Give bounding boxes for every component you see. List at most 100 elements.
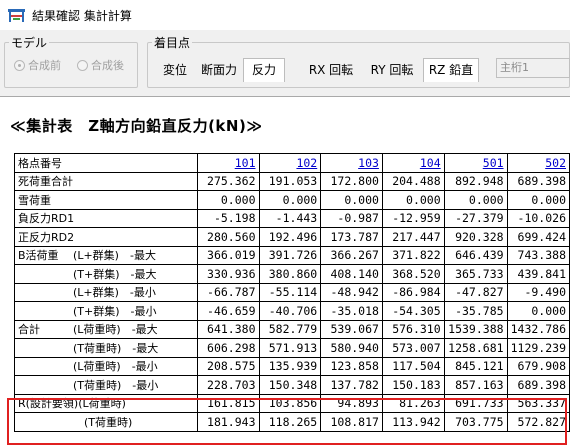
radio-after-composite[interactable]: 合成後 (77, 57, 124, 73)
tab-section-force[interactable]: 断面力 (196, 58, 242, 82)
table-cell: 117.504 (381, 356, 445, 376)
table-cell: 408.140 (320, 264, 383, 284)
row-label: B活荷重 (L+群集) -最大 (14, 245, 198, 265)
table-cell: 641.380 (196, 319, 260, 339)
row-label: (T荷重時) -最小 (14, 375, 198, 395)
table-cell: 582.779 (258, 319, 322, 339)
report-title: ≪集計表 Z軸方向鉛直反力(kN)≫ (10, 117, 263, 135)
table-cell: -48.942 (320, 282, 383, 302)
tab-rx-rotation[interactable]: RX 回転 (303, 58, 359, 82)
table-cell: 679.908 (506, 356, 570, 376)
table-cell: 539.067 (320, 319, 383, 339)
node-link-101[interactable]: 101 (196, 153, 260, 173)
table-cell: 191.053 (258, 171, 322, 191)
node-link-103[interactable]: 103 (320, 153, 383, 173)
table-row: 合計 (L荷重時) -最大 641.380 582.779 539.067 576.31… (14, 319, 570, 339)
table-row: (L+群集) -最小 -66.787 -55.114 -48.942 -86.984 -4… (14, 282, 570, 302)
table-cell: 0.000 (381, 190, 445, 210)
tab-ry-rotation[interactable]: RY 回転 (364, 58, 420, 82)
table-cell: 1432.786 (506, 319, 570, 339)
table-cell: 606.298 (196, 338, 260, 358)
table-cell: 0.000 (506, 190, 570, 210)
table-cell: 0.000 (506, 301, 570, 321)
table-cell: 1258.681 (443, 338, 508, 358)
table-cell: 0.000 (443, 190, 508, 210)
table-cell: 330.936 (196, 264, 260, 284)
table-cell: 368.520 (381, 264, 445, 284)
row-label: (T+群集) -最大 (14, 264, 198, 284)
table-cell: 366.019 (196, 245, 260, 265)
tab-displacement[interactable]: 変位 (158, 58, 192, 82)
table-cell: -5.198 (196, 208, 260, 228)
radio-before-composite[interactable]: 合成前 (14, 57, 61, 73)
table-row: (T+群集) -最大 330.936 380.860 408.140 368.520 36… (14, 264, 570, 284)
table-row: (L荷重時) -最小 208.575 135.939 123.858 117.504 84… (14, 356, 570, 376)
table-row: B活荷重 (L+群集) -最大 366.019 391.726 366.267 371.… (14, 245, 570, 265)
table-cell: 646.439 (443, 245, 508, 265)
table-cell: 123.858 (320, 356, 383, 376)
table-cell: 857.163 (443, 375, 508, 395)
node-link-502[interactable]: 502 (506, 153, 570, 173)
table-cell: -46.659 (196, 301, 260, 321)
radio-label: 合成前 (28, 59, 61, 72)
table-cell: -10.026 (506, 208, 570, 228)
row-label: (L+群集) -最小 (14, 282, 198, 302)
table-cell: 689.398 (506, 171, 570, 191)
table-cell: -1.443 (258, 208, 322, 228)
table-cell: -12.959 (381, 208, 445, 228)
table-cell: 439.841 (506, 264, 570, 284)
table-cell: -54.305 (381, 301, 445, 321)
table-cell: 1539.388 (443, 319, 508, 339)
table-row: (T+群集) -最小 -46.659 -40.706 -35.018 -54.305 -3… (14, 301, 570, 321)
table-cell: -35.018 (320, 301, 383, 321)
table-row: (T荷重時) -最小 228.703 150.348 137.782 150.183 85… (14, 375, 570, 395)
table-cell: 0.000 (196, 190, 260, 210)
table-cell: 365.733 (443, 264, 508, 284)
row-label: (T荷重時) -最大 (14, 338, 198, 358)
table-cell: 137.782 (320, 375, 383, 395)
table-cell: -40.706 (258, 301, 322, 321)
tab-rz-vertical[interactable]: RZ 鉛直 (423, 58, 479, 82)
table-cell: 0.000 (258, 190, 322, 210)
table-cell: 743.388 (506, 245, 570, 265)
table-cell: 580.940 (320, 338, 383, 358)
window-title: 結果確認 集計計算 (32, 9, 132, 23)
row-label: 正反力RD2 (14, 227, 198, 247)
table-row: (T荷重時) -最大 606.298 571.913 580.940 573.007 12… (14, 338, 570, 358)
radio-dot-icon (14, 59, 25, 71)
table-cell: 571.913 (258, 338, 322, 358)
table-row: 雪荷重 0.000 0.000 0.000 0.000 0.000 0.000 (14, 190, 570, 210)
table-row: 正反力RD2 280.560 192.496 173.787 217.447 920.32… (14, 227, 570, 247)
table-cell: 228.703 (196, 375, 260, 395)
row-label: 雪荷重 (14, 190, 198, 210)
table-cell: 173.787 (320, 227, 383, 247)
tab-reaction[interactable]: 反力 (243, 58, 285, 82)
table-cell: 845.121 (443, 356, 508, 376)
node-link-501[interactable]: 501 (443, 153, 508, 173)
table-cell: 699.424 (506, 227, 570, 247)
table-cell: -66.787 (196, 282, 260, 302)
table-cell: 920.328 (443, 227, 508, 247)
radio-dot-icon (77, 59, 88, 71)
title-bar: 結果確認 集計計算 (0, 0, 570, 30)
reaction-summary-table: 格点番号 101 102 103 104 501 502 死荷重合計 275.36… (14, 153, 570, 432)
table-cell: 192.496 (258, 227, 322, 247)
node-link-104[interactable]: 104 (381, 153, 445, 173)
table-cell: -27.379 (443, 208, 508, 228)
table-row: 死荷重合計 275.362 191.053 172.800 204.488 892.948… (14, 171, 570, 191)
girder-select[interactable]: 主桁1 (496, 58, 570, 78)
corner-header: 格点番号 (14, 153, 198, 173)
table-cell: 280.560 (196, 227, 260, 247)
toolbar: モデル 合成前 合成後 着目点 変位 断面力 反力 RX 回転 RY 回転 RZ… (0, 30, 570, 96)
table-cell: 275.362 (196, 171, 260, 191)
table-cell: -55.114 (258, 282, 322, 302)
row-label: (T+群集) -最小 (14, 301, 198, 321)
node-link-102[interactable]: 102 (258, 153, 322, 173)
highlight-box (7, 398, 567, 445)
table-cell: 1129.239 (506, 338, 570, 358)
table-cell: 208.575 (196, 356, 260, 376)
report-area: ≪集計表 Z軸方向鉛直反力(kN)≫ 格点番号 101 102 103 104 … (0, 96, 570, 447)
table-cell: -47.827 (443, 282, 508, 302)
row-label: (L荷重時) -最小 (14, 356, 198, 376)
table-cell: 204.488 (381, 171, 445, 191)
